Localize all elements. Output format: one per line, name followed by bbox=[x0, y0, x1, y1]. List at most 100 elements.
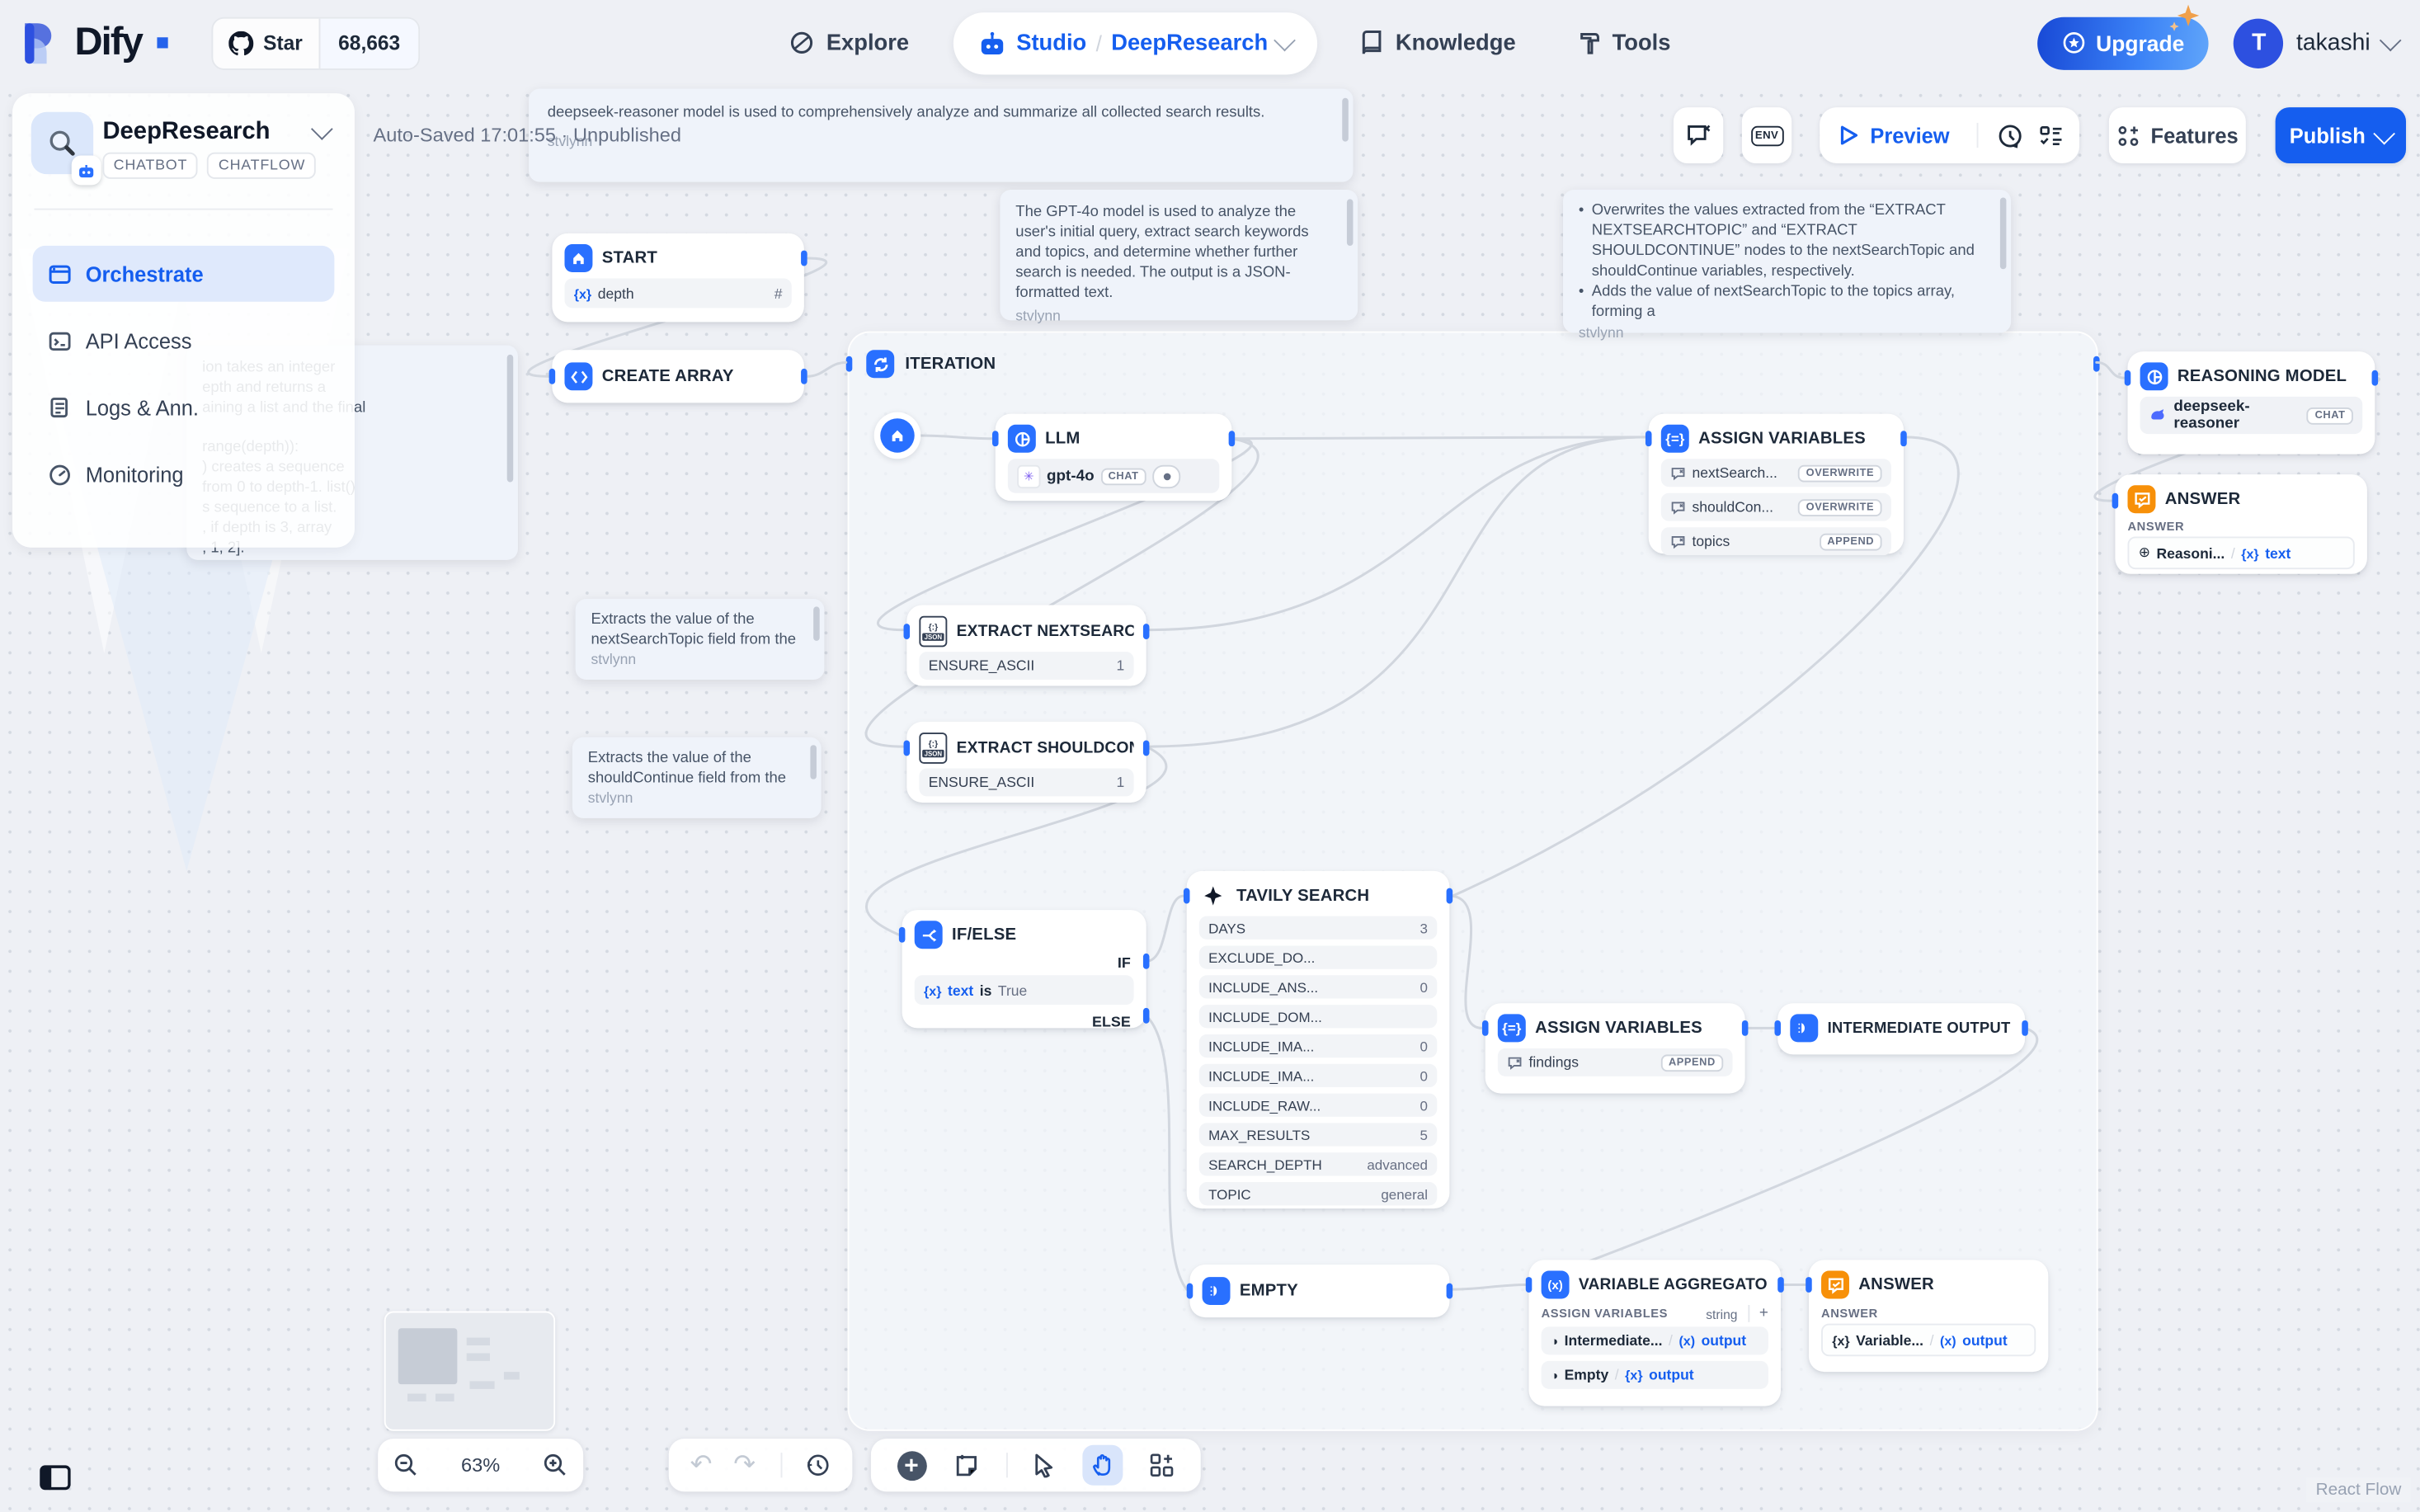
port-if[interactable] bbox=[1143, 954, 1150, 969]
organize-blocks-button[interactable] bbox=[1150, 1453, 1175, 1477]
port[interactable] bbox=[2112, 493, 2119, 509]
node-create-array[interactable]: CREATE ARRAY bbox=[552, 350, 803, 403]
iteration-start-node[interactable] bbox=[874, 412, 921, 459]
sidebar-item-api-access[interactable]: API Access bbox=[33, 313, 335, 369]
port[interactable] bbox=[2093, 356, 2100, 372]
github-star-widget[interactable]: Star 68,663 bbox=[212, 16, 421, 69]
chevron-down-icon[interactable] bbox=[311, 118, 333, 140]
port[interactable] bbox=[899, 927, 906, 943]
port[interactable] bbox=[2022, 1020, 2028, 1036]
env-variables-button[interactable]: ENV bbox=[1742, 107, 1791, 163]
chevron-down-icon[interactable] bbox=[1274, 29, 1297, 51]
sidebar-item-orchestrate[interactable]: Orchestrate bbox=[33, 246, 335, 302]
nav-knowledge[interactable]: Knowledge bbox=[1359, 30, 1515, 56]
port[interactable] bbox=[1646, 431, 1652, 446]
node-llm[interactable]: LLM ✳ gpt-4o CHAT bbox=[996, 414, 1232, 502]
add-note-button[interactable] bbox=[953, 1452, 979, 1478]
undo-icon[interactable]: ↶ bbox=[690, 1454, 713, 1476]
annotation-button[interactable] bbox=[1674, 107, 1723, 163]
port[interactable] bbox=[904, 624, 911, 639]
add-variable-button[interactable]: + bbox=[1749, 1305, 1768, 1322]
breadcrumb-app[interactable]: DeepResearch bbox=[1111, 31, 1268, 55]
pointer-tool-button[interactable] bbox=[1033, 1453, 1057, 1477]
node-answer-iteration[interactable]: ANSWER ANSWER {x} Variable... / (x) outp… bbox=[1809, 1260, 2048, 1372]
note-scrollbar[interactable] bbox=[1342, 98, 1349, 142]
redo-icon[interactable]: ↷ bbox=[733, 1454, 756, 1476]
sidebar-item-monitoring[interactable]: Monitoring bbox=[33, 446, 335, 502]
node-variable-aggregator[interactable]: (x) VARIABLE AGGREGATOR ASSIGN VARIABLES… bbox=[1529, 1260, 1781, 1406]
port[interactable] bbox=[1742, 1020, 1749, 1036]
node-intermediate-output[interactable]: INTERMEDIATE OUTPUT FOI bbox=[1777, 1003, 2025, 1054]
note-scrollbar[interactable] bbox=[507, 355, 514, 483]
port[interactable] bbox=[801, 251, 807, 266]
port[interactable] bbox=[2372, 370, 2379, 386]
port[interactable] bbox=[1900, 431, 1907, 446]
port[interactable] bbox=[1184, 888, 1190, 904]
nav-explore[interactable]: Explore bbox=[789, 30, 910, 56]
app-name[interactable]: DeepResearch bbox=[102, 118, 270, 146]
port[interactable] bbox=[1447, 1284, 1453, 1299]
note-scrollbar[interactable] bbox=[810, 745, 817, 779]
port[interactable] bbox=[1187, 1284, 1194, 1299]
port[interactable] bbox=[1806, 1277, 1812, 1293]
node-extract-nextsearchtopic[interactable]: {:} JSON EXTRACT NEXTSEARCHTOP ENSURE_AS… bbox=[906, 605, 1146, 685]
user-menu[interactable]: T takashi bbox=[2234, 18, 2399, 68]
avatar[interactable]: T bbox=[2234, 18, 2284, 68]
publish-button[interactable]: Publish bbox=[2276, 107, 2406, 163]
change-history-icon[interactable] bbox=[806, 1453, 831, 1477]
port[interactable] bbox=[1143, 741, 1150, 756]
port[interactable] bbox=[1774, 1020, 1781, 1036]
port[interactable] bbox=[1229, 431, 1236, 446]
nav-tools[interactable]: Tools bbox=[1576, 31, 1670, 55]
node-ifelse[interactable]: IF/ELSE IF {x} text is True ELSE bbox=[902, 910, 1146, 1028]
node-title: ASSIGN VARIABLES bbox=[1535, 1019, 1702, 1038]
react-flow-attribution[interactable]: React Flow bbox=[2306, 1477, 2410, 1502]
note-assign-variables[interactable]: •Overwrites the values extracted from th… bbox=[1563, 190, 2011, 332]
node-start[interactable]: START {x} depth # bbox=[552, 233, 803, 322]
features-button[interactable]: Features bbox=[2109, 107, 2246, 163]
preview-button[interactable]: Preview bbox=[1827, 124, 1962, 147]
note-extract-should[interactable]: Extracts the value of the shouldContinue… bbox=[572, 737, 822, 818]
hand-tool-button[interactable] bbox=[1083, 1445, 1123, 1486]
note-scrollbar[interactable] bbox=[1347, 199, 1354, 246]
zoom-out-icon[interactable] bbox=[393, 1453, 418, 1477]
node-assign-variables-1[interactable]: {=} ASSIGN VARIABLES nextSearch... OVERW… bbox=[1649, 414, 1904, 554]
port[interactable] bbox=[801, 369, 807, 384]
node-assign-variables-2[interactable]: {=} ASSIGN VARIABLES findings APPEND bbox=[1485, 1003, 1745, 1093]
port[interactable] bbox=[1777, 1277, 1784, 1293]
node-empty[interactable]: EMPTY bbox=[1189, 1265, 1449, 1317]
minimap[interactable] bbox=[384, 1312, 555, 1431]
note-scrollbar[interactable] bbox=[2000, 197, 2007, 269]
zoom-in-icon[interactable] bbox=[543, 1453, 567, 1477]
note-extract-next[interactable]: Extracts the value of the nextSearchTopi… bbox=[576, 599, 825, 680]
port[interactable] bbox=[1482, 1020, 1489, 1036]
port[interactable] bbox=[992, 431, 999, 446]
chatbot-badge-icon bbox=[72, 156, 101, 186]
port[interactable] bbox=[549, 369, 556, 384]
json-parse-icon: {:} JSON bbox=[919, 616, 947, 648]
node-answer-final[interactable]: ANSWER ANSWER ⊕ Reasoni... / {x} text bbox=[2115, 474, 2366, 574]
note-scrollbar[interactable] bbox=[813, 606, 820, 640]
port[interactable] bbox=[1447, 888, 1453, 904]
node-tavily-search[interactable]: TAVILY SEARCH DAYS3 EXCLUDE_DO... INCLUD… bbox=[1187, 871, 1450, 1208]
breadcrumb-studio[interactable]: Studio bbox=[1016, 31, 1086, 55]
node-reasoning-model[interactable]: REASONING MODEL deepseek-reasoner CHAT bbox=[2128, 351, 2375, 454]
sidebar-item-logs[interactable]: Logs & Ann. bbox=[33, 379, 335, 436]
variable-token: {x} bbox=[924, 982, 941, 998]
port-else[interactable] bbox=[1143, 1008, 1150, 1024]
zoom-level[interactable]: 63% bbox=[461, 1454, 500, 1476]
dify-logo[interactable]: Dify bbox=[21, 20, 168, 67]
port[interactable] bbox=[1526, 1277, 1533, 1293]
port[interactable] bbox=[904, 741, 911, 756]
add-node-button[interactable] bbox=[897, 1450, 927, 1480]
run-history-button[interactable] bbox=[1992, 122, 2029, 148]
visibility-toggle-icon[interactable] bbox=[1152, 464, 1180, 488]
note-gpt4o[interactable]: The GPT-4o model is used to analyze the … bbox=[1000, 190, 1358, 320]
nav-studio-breadcrumb[interactable]: Studio / DeepResearch bbox=[954, 12, 1318, 73]
collapse-panel-button[interactable] bbox=[39, 1463, 72, 1499]
port[interactable] bbox=[1143, 624, 1150, 639]
port[interactable] bbox=[846, 356, 853, 372]
port[interactable] bbox=[2125, 370, 2131, 386]
node-extract-shouldcontinue[interactable]: {:} JSON EXTRACT SHOULDCONTINU ENSURE_AS… bbox=[906, 722, 1146, 803]
checklist-button[interactable] bbox=[2029, 124, 2073, 147]
